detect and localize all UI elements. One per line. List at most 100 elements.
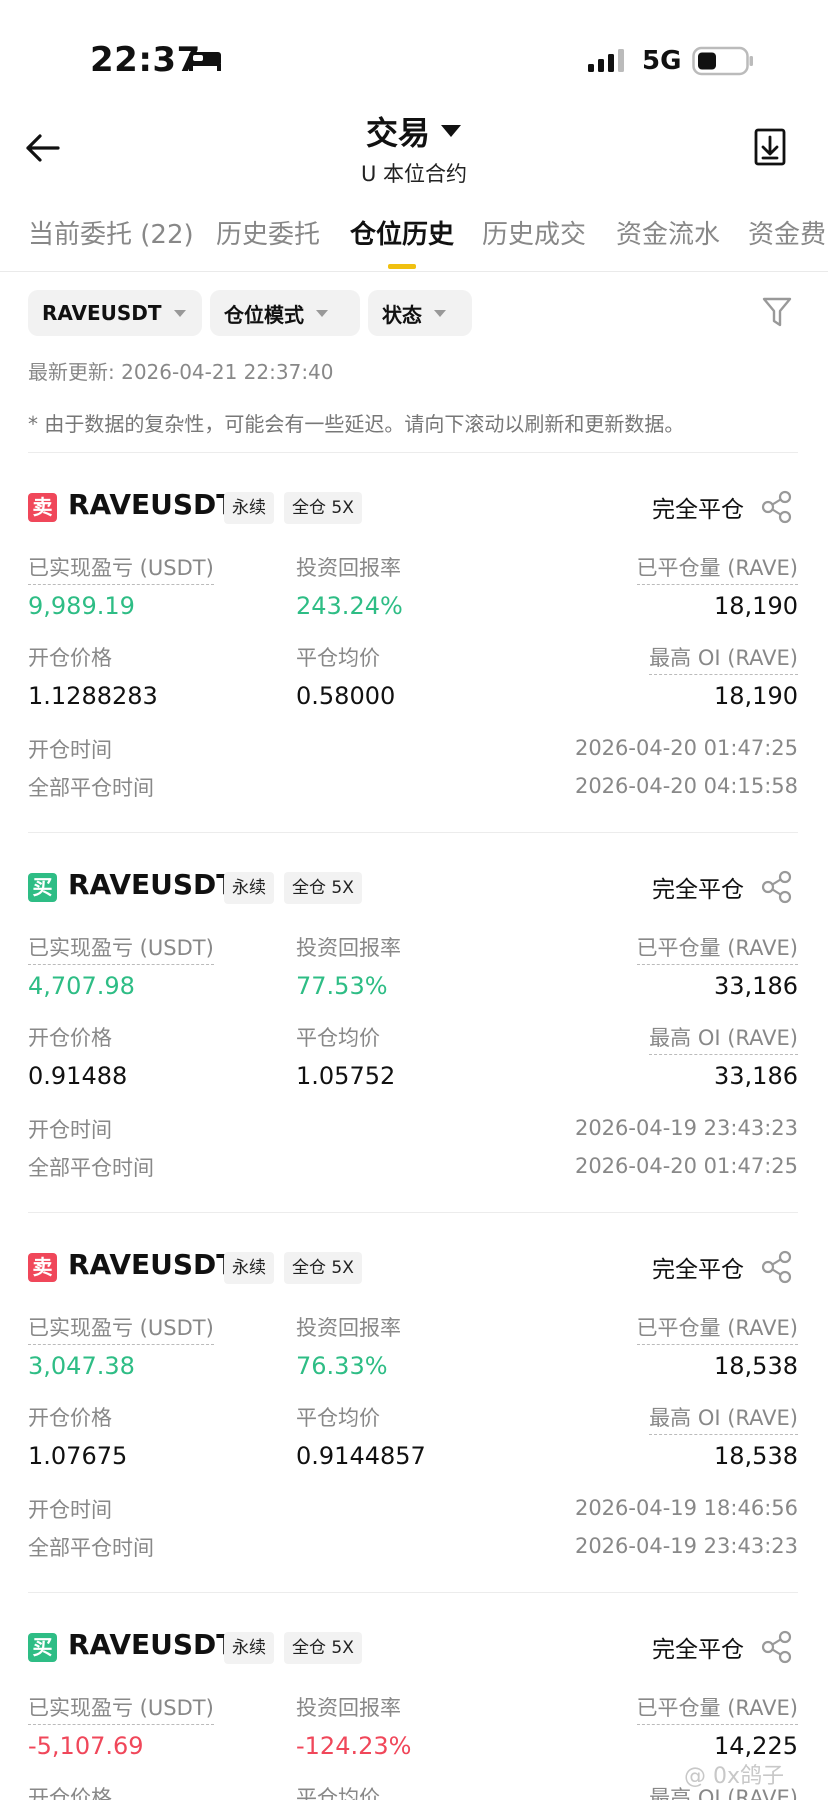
- close-avg-label: 平仓均价: [296, 1406, 380, 1430]
- caret-down-icon: [441, 125, 461, 137]
- share-icon[interactable]: [760, 1250, 794, 1284]
- divider: [28, 452, 798, 453]
- realized-pnl-value: 3,047.38: [28, 1352, 135, 1380]
- position-card[interactable]: 卖 RAVEUSDT 永续 全仓 5X 完全平仓 已实现盈亏 (USDT) 投资…: [28, 1246, 798, 1616]
- tab-order-history[interactable]: 历史委托: [216, 214, 320, 251]
- open-time-label: 开仓时间: [28, 1498, 112, 1522]
- chevron-down-icon: [173, 309, 186, 317]
- side-badge: 卖: [28, 493, 57, 522]
- tab-funding-fee[interactable]: 资金费: [748, 214, 826, 251]
- contract-type-tag: 永续: [224, 1252, 274, 1284]
- closed-qty-value: 33,186: [714, 972, 798, 1000]
- margin-leverage-tag: 全仓 5X: [284, 872, 362, 904]
- close-time-value: 2026-04-20 04:15:58: [574, 774, 798, 798]
- close-time-label: 全部平仓时间: [28, 776, 154, 800]
- position-card[interactable]: 买 RAVEUSDT 永续 全仓 5X 完全平仓 已实现盈亏 (USDT) 投资…: [28, 866, 798, 1236]
- roi-value: 76.33%: [296, 1352, 388, 1380]
- realized-pnl-value: 4,707.98: [28, 972, 135, 1000]
- status-bar: 22:37 5G: [0, 0, 828, 110]
- close-avg-label: 平仓均价: [296, 1026, 380, 1050]
- position-card[interactable]: 卖 RAVEUSDT 永续 全仓 5X 完全平仓 已实现盈亏 (USDT) 投资…: [28, 486, 798, 856]
- chevron-down-icon: [434, 309, 446, 317]
- closed-qty-label: 已平仓量 (RAVE): [636, 552, 798, 585]
- watermark: @ 0x鸽子: [684, 1764, 785, 1789]
- contract-type-tag: 永续: [224, 1632, 274, 1664]
- position-symbol: RAVEUSDT: [68, 488, 236, 521]
- closed-qty-label: 已平仓量 (RAVE): [636, 1692, 798, 1725]
- close-time-value: 2026-04-19 23:43:23: [574, 1534, 798, 1558]
- sleep-focus-icon: [189, 52, 221, 71]
- open-price-value: 1.1288283: [28, 682, 158, 710]
- close-time-value: 2026-04-20 01:47:25: [574, 1154, 798, 1178]
- closed-qty-value: 14,225: [714, 1732, 798, 1760]
- download-icon[interactable]: [754, 128, 786, 166]
- network-type: 5G: [642, 46, 682, 76]
- roi-label: 投资回报率: [296, 1316, 401, 1340]
- active-tab-indicator: [388, 264, 416, 269]
- margin-leverage-tag: 全仓 5X: [284, 1632, 362, 1664]
- realized-pnl-label: 已实现盈亏 (USDT): [28, 552, 214, 585]
- cellular-signal-icon: [588, 49, 624, 72]
- contract-type-tag: 永续: [224, 872, 274, 904]
- closed-qty-label: 已平仓量 (RAVE): [636, 1312, 798, 1345]
- status-filter-label: 状态: [382, 302, 422, 327]
- margin-leverage-tag: 全仓 5X: [284, 1252, 362, 1284]
- side-badge: 卖: [28, 1253, 57, 1282]
- share-icon[interactable]: [760, 1630, 794, 1664]
- symbol-filter-label: RAVEUSDT: [42, 301, 162, 325]
- tab-trade-history[interactable]: 历史成交: [482, 214, 586, 251]
- mode-filter-label: 仓位模式: [224, 302, 304, 327]
- share-icon[interactable]: [760, 490, 794, 524]
- position-card-header: 卖 RAVEUSDT 永续 全仓 5X 完全平仓: [28, 1246, 798, 1290]
- max-oi-label: 最高 OI (RAVE): [649, 1402, 798, 1435]
- position-symbol: RAVEUSDT: [68, 1248, 236, 1281]
- position-card-header: 卖 RAVEUSDT 永续 全仓 5X 完全平仓: [28, 486, 798, 530]
- close-avg-value: 0.58000: [296, 682, 396, 710]
- delay-notice: * 由于数据的复杂性，可能会有一些延迟。请向下滚动以刷新和更新数据。: [28, 412, 685, 436]
- close-avg-label: 平仓均价: [296, 646, 380, 670]
- divider: [28, 832, 798, 833]
- side-badge: 买: [28, 873, 57, 902]
- roi-value: 243.24%: [296, 592, 403, 620]
- tab-bar: 当前委托 (22) 历史委托 仓位历史 历史成交 资金流水 资金费: [0, 214, 828, 270]
- max-oi-value: 18,190: [714, 682, 798, 710]
- page-title[interactable]: 交易: [366, 108, 462, 154]
- contract-type-tag: 永续: [224, 492, 274, 524]
- open-time-label: 开仓时间: [28, 738, 112, 762]
- closed-qty-value: 18,538: [714, 1352, 798, 1380]
- margin-leverage-tag: 全仓 5X: [284, 492, 362, 524]
- position-status: 完全平仓: [652, 1637, 744, 1663]
- tab-position-history[interactable]: 仓位历史: [350, 214, 454, 251]
- position-status: 完全平仓: [652, 1257, 744, 1283]
- status-time: 22:37: [90, 40, 201, 80]
- share-icon[interactable]: [760, 870, 794, 904]
- mode-filter-dropdown[interactable]: 仓位模式: [210, 290, 360, 336]
- status-filter-dropdown[interactable]: 状态: [368, 290, 472, 336]
- position-status: 完全平仓: [652, 497, 744, 523]
- close-avg-value: 1.05752: [296, 1062, 396, 1090]
- position-card[interactable]: 买 RAVEUSDT 永续 全仓 5X 完全平仓 已实现盈亏 (USDT) 投资…: [28, 1626, 798, 1800]
- position-card-header: 买 RAVEUSDT 永续 全仓 5X 完全平仓: [28, 866, 798, 910]
- title-container[interactable]: 交易: [0, 108, 828, 154]
- roi-value: 77.53%: [296, 972, 388, 1000]
- tab-transaction-history[interactable]: 资金流水: [616, 214, 720, 251]
- tab-open-orders[interactable]: 当前委托 (22): [28, 214, 194, 251]
- close-time-label: 全部平仓时间: [28, 1536, 154, 1560]
- max-oi-label: 最高 OI (RAVE): [649, 642, 798, 675]
- open-price-label: 开仓价格: [28, 1786, 112, 1800]
- last-updated-text: 最新更新: 2026-04-21 22:37:40: [28, 360, 334, 384]
- open-time-value: 2026-04-19 23:43:23: [574, 1116, 798, 1140]
- position-card-header: 买 RAVEUSDT 永续 全仓 5X 完全平仓: [28, 1626, 798, 1670]
- close-avg-value: 0.9144857: [296, 1442, 426, 1470]
- open-time-value: 2026-04-19 18:46:56: [574, 1496, 798, 1520]
- open-time-label: 开仓时间: [28, 1118, 112, 1142]
- filter-icon[interactable]: [762, 296, 792, 328]
- symbol-filter-dropdown[interactable]: RAVEUSDT: [28, 290, 202, 336]
- side-badge: 买: [28, 1633, 57, 1662]
- battery-icon: [692, 46, 753, 76]
- max-oi-value: 18,538: [714, 1442, 798, 1470]
- open-price-label: 开仓价格: [28, 1406, 112, 1430]
- page-title-text: 交易: [365, 114, 430, 152]
- roi-label: 投资回报率: [296, 556, 401, 580]
- roi-label: 投资回报率: [296, 1696, 401, 1720]
